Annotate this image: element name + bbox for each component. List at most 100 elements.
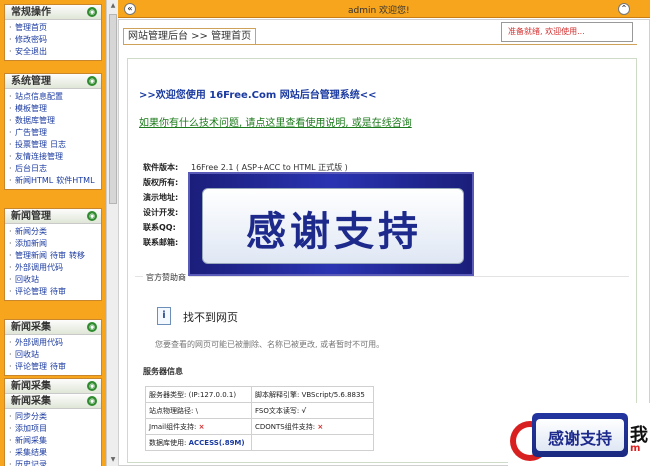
menu-header[interactable]: 新闻管理 ◉ xyxy=(5,209,101,224)
welcome-heading: >>欢迎您使用 16Free.Com 网站后台管理系统<< xyxy=(139,90,377,101)
menu-item[interactable]: 添加项目 xyxy=(5,423,101,435)
server-cell: 脚本解释引擎: VBScript/5.6.8835 xyxy=(251,386,374,403)
server-cell xyxy=(251,434,374,451)
menu-item[interactable]: 新闻采集 xyxy=(5,435,101,447)
menu-item[interactable]: 管理新闻待审转移 xyxy=(5,250,101,262)
sysinfo-key: 设计开发: xyxy=(143,208,179,217)
menu-header[interactable]: 新闻采集 ◉ xyxy=(5,379,101,394)
menu-item[interactable]: 管理首页 xyxy=(5,22,101,34)
collapse-toggle-icon[interactable]: ◉ xyxy=(87,381,97,391)
menu-item-label: 站点信息配置 xyxy=(15,92,63,101)
menu-item-label: 管理新闻 xyxy=(15,251,47,260)
not-found-description: 您要查看的网页可能已被删除、名称已被更改, 或者暂时不可用。 xyxy=(155,340,385,349)
menu-item[interactable]: 采集结果 xyxy=(5,447,101,459)
status-box: 准备就绪, 欢迎使用... xyxy=(501,22,633,42)
scroll-thumb[interactable] xyxy=(109,14,117,204)
menu-item[interactable]: 新闻HTML软件HTML xyxy=(5,175,101,187)
menu-item[interactable]: 外部调用代码 xyxy=(5,337,101,349)
tab-divider xyxy=(123,44,637,45)
menu-item[interactable]: 后台日志 xyxy=(5,163,101,175)
server-cell: 数据库使用: ACCESS(.89M) xyxy=(145,434,252,451)
collapse-toggle-icon[interactable]: ◉ xyxy=(87,211,97,221)
menu-item-sublink[interactable]: 待审 xyxy=(50,251,66,260)
sidebar: 常规操作 ◉ 管理首页修改密码安全退出系统管理 ◉ 站点信息配置模板管理数据库管理广告管… xyxy=(0,0,106,466)
tab-admin-home[interactable]: 网站管理后台 >> 管理首页 xyxy=(123,28,257,45)
server-cell-label: 站点物理路径: \ xyxy=(149,406,198,415)
collapse-toggle-icon[interactable]: ◉ xyxy=(87,7,97,17)
menu-item-sublink[interactable]: 转移 xyxy=(69,251,85,260)
server-cell-label: FSO文本读写: xyxy=(255,406,302,415)
server-row: Jmail组件支持: × CDONTS组件支持: × xyxy=(145,418,374,435)
collapse-toggle-icon[interactable]: ◉ xyxy=(87,76,97,86)
menu-item[interactable]: 评论管理待审 xyxy=(5,286,101,298)
menu-item-sublink[interactable]: 待审 xyxy=(50,362,66,371)
sidebar-scrollbar[interactable]: ▲ ▼ xyxy=(106,0,118,466)
banner-inner: 感谢支持 xyxy=(202,188,464,264)
info-icon: i xyxy=(157,307,171,325)
menu-title: 新闻采集 xyxy=(11,381,51,392)
menu-item-label: 修改密码 xyxy=(15,35,47,44)
server-cell: CDONTS组件支持: × xyxy=(251,418,374,435)
server-row: 数据库使用: ACCESS(.89M) xyxy=(145,434,374,451)
menu-item-label: 同步分类 xyxy=(15,412,47,421)
menu-item-label: 历史记录 xyxy=(15,460,47,466)
scroll-top-button[interactable]: ⌃ xyxy=(618,3,630,15)
menu-header[interactable]: 新闻采集 ◉ xyxy=(5,320,101,335)
banner-text: 感谢支持 xyxy=(246,209,422,255)
menu-item-label: 安全退出 xyxy=(15,47,47,56)
menu-section: 新闻采集 ◉ 外部调用代码回收站评论管理待审 xyxy=(4,319,102,376)
server-cell: 站点物理路径: \ xyxy=(145,402,252,419)
menu-item-sublink[interactable]: 日志 xyxy=(50,140,66,149)
menu-item[interactable]: 数据库管理 xyxy=(5,115,101,127)
collapse-toggle-icon[interactable]: ◉ xyxy=(87,396,97,406)
server-cell: 服务器类型: (IP:127.0.0.1) xyxy=(145,386,252,403)
menu-title: 新闻采集 xyxy=(11,322,51,333)
help-link[interactable]: 如果你有什么技术问题, 请点这里查看使用说明, 或是在线咨询 xyxy=(139,114,412,129)
server-cell: Jmail组件支持: × xyxy=(145,418,252,435)
menu-item-label: 回收站 xyxy=(15,350,39,359)
menu-item[interactable]: 模板管理 xyxy=(5,103,101,115)
menu-item[interactable]: 回收站 xyxy=(5,274,101,286)
thanks-banner-small[interactable]: 感谢支持 我 m xyxy=(508,403,650,466)
server-cell-label: CDONTS组件支持: xyxy=(255,422,318,431)
menu-item-label: 后台日志 xyxy=(15,164,47,173)
thanks-banner[interactable]: 感谢支持 xyxy=(188,172,474,276)
menu-item[interactable]: 评论管理待审 xyxy=(5,361,101,373)
menu-item-sublink[interactable]: 软件HTML xyxy=(56,176,94,185)
menu-item[interactable]: 外部调用代码 xyxy=(5,262,101,274)
welcome-user-text: admin 欢迎您! xyxy=(348,6,410,16)
scroll-up-icon[interactable]: ▲ xyxy=(109,2,117,10)
server-cell-status: × xyxy=(317,422,324,431)
menu-item-label: 回收站 xyxy=(15,275,39,284)
menu-item-sublink[interactable]: 待审 xyxy=(50,287,66,296)
server-cell-label: 数据库使用: xyxy=(149,438,189,447)
menu-item[interactable]: 历史记录 xyxy=(5,459,101,466)
menu-subtitle: 新闻采集 xyxy=(11,396,51,407)
menu-item[interactable]: 同步分类 xyxy=(5,411,101,423)
menu-header[interactable]: 常规操作 ◉ xyxy=(5,5,101,20)
menu-item[interactable]: 回收站 xyxy=(5,349,101,361)
menu-item-label: 添加项目 xyxy=(15,424,47,433)
server-cell-label: 脚本解释引擎: VBScript/5.6.8835 xyxy=(255,390,365,399)
menu-item[interactable]: 站点信息配置 xyxy=(5,91,101,103)
menu-item[interactable]: 友情连接管理 xyxy=(5,151,101,163)
menu-item[interactable]: 修改密码 xyxy=(5,34,101,46)
menu-item[interactable]: 添加新闻 xyxy=(5,238,101,250)
menu-item[interactable]: 广告管理 xyxy=(5,127,101,139)
menu-item[interactable]: 安全退出 xyxy=(5,46,101,58)
scroll-down-icon[interactable]: ▼ xyxy=(109,456,117,464)
sysinfo-key: 演示地址: xyxy=(143,193,179,202)
server-cell-label: 服务器类型: (IP:127.0.0.1) xyxy=(149,390,237,399)
collapse-toggle-icon[interactable]: ◉ xyxy=(87,322,97,332)
menu-item[interactable]: 投票管理日志 xyxy=(5,139,101,151)
server-info-section: 服务器信息 服务器类型: (IP:127.0.0.1) 脚本解释引擎: VBScr… xyxy=(135,366,629,451)
menu-title: 系统管理 xyxy=(11,76,51,87)
not-found-title: 找不到网页 xyxy=(183,311,238,324)
menu-item[interactable]: 新闻分类 xyxy=(5,226,101,238)
menu-item-label: 评论管理 xyxy=(15,362,47,371)
collapse-sidebar-button[interactable]: « xyxy=(124,3,136,15)
menu-subheader[interactable]: 新闻采集 ◉ xyxy=(5,394,101,409)
server-cell-status: ACCESS(.89M) xyxy=(188,438,245,447)
menu-header[interactable]: 系统管理 ◉ xyxy=(5,74,101,89)
banner-small-side-text-2: m xyxy=(630,443,641,454)
